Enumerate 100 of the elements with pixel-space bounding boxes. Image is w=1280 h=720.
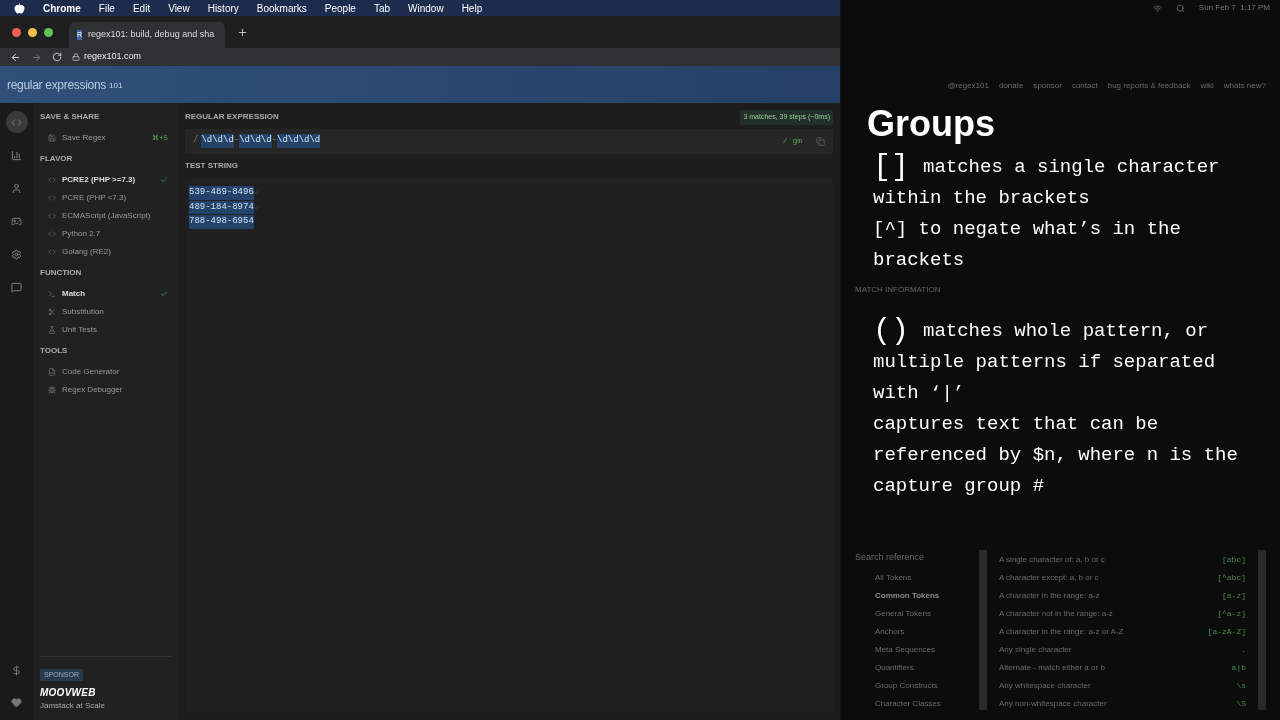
dollar-icon[interactable] (11, 665, 22, 676)
menu-item[interactable]: Edit (132, 0, 151, 16)
sidebar-item[interactable]: Unit Tests (40, 321, 172, 339)
wifi-icon[interactable] (1152, 3, 1162, 13)
section-heading: TOOLS (40, 345, 69, 357)
section-heading: SAVE & SHARE (40, 111, 101, 123)
reference-description: Alternate - match either a or b (999, 662, 1105, 674)
reference-token: [abc] (1222, 554, 1246, 566)
sidebar-item[interactable]: ECMAScript (JavaScript) (40, 207, 172, 225)
reference-token: [a-zA-Z] (1207, 626, 1246, 638)
menu-item[interactable]: Tab (373, 0, 391, 16)
reference-description: A character except: a, b or c (999, 572, 1099, 584)
terminal-icon (48, 290, 56, 298)
reference-token: [^abc] (1217, 572, 1246, 584)
header-link[interactable]: bug reports & feedback (1107, 80, 1191, 92)
code-icon (48, 248, 56, 256)
file-code-icon (48, 368, 56, 376)
apple-icon[interactable] (14, 2, 25, 14)
reference-token: a|b (1231, 662, 1246, 674)
regex-token: - (271, 134, 278, 148)
forward-icon[interactable] (31, 51, 42, 63)
sidebar-item[interactable]: Golang (RE2) (40, 243, 172, 261)
reference-description: A single character of: a, b or c (999, 554, 1105, 566)
reference-category[interactable]: Quantifiers (855, 662, 967, 674)
back-icon[interactable] (10, 51, 21, 63)
reference-description: A character not in the range: a-z (999, 608, 1113, 620)
header-link[interactable]: sponsor (1033, 80, 1062, 92)
reference-category[interactable]: Character Classes (855, 698, 967, 710)
menu-item[interactable]: File (98, 0, 115, 16)
explanation-text: [^] to negate what’s in the brackets (873, 217, 1182, 273)
section-heading: REGULAR EXPRESSION (185, 111, 279, 124)
save-icon (48, 134, 56, 142)
menu-item[interactable]: Help (461, 0, 483, 16)
reference-category[interactable]: All Tokens (855, 572, 967, 584)
reference-category[interactable]: General Tokens (855, 608, 967, 620)
sponsor-tagline: Jamstack at Scale (40, 700, 106, 712)
sidebar-item[interactable]: Regex Debugger (40, 381, 172, 399)
code-icon[interactable] (5, 111, 28, 133)
url-text[interactable]: regex101.com (84, 50, 142, 64)
heart-icon[interactable] (11, 697, 22, 708)
sidebar-item[interactable]: Substitution (40, 303, 172, 321)
window-minimize-icon[interactable] (28, 27, 37, 37)
reference-description: A character in the range: a-z or A-Z (999, 626, 1124, 638)
code-icon (48, 230, 56, 238)
sidebar-item[interactable]: PCRE2 (PHP >=7.3) (40, 171, 172, 189)
new-tab-icon[interactable] (237, 26, 248, 38)
regex-token: - (233, 134, 240, 148)
reference-description: Any single character (999, 644, 1072, 656)
scissors-icon (48, 308, 56, 316)
delimiter-text: / (193, 134, 199, 148)
header-link[interactable]: contact (1071, 80, 1098, 92)
reference-category[interactable]: Meta Sequences (855, 644, 967, 656)
reference-description: Any non-whitespace character (999, 698, 1107, 710)
regex-token: \d\d\d (239, 134, 272, 148)
tab-title: regex101: build, debug and sha (88, 28, 215, 42)
sidebar-item[interactable]: Match (40, 285, 172, 303)
reference-token: [^a-z] (1217, 608, 1246, 620)
sponsor-logo[interactable]: MOOVWEB (40, 685, 172, 700)
section-heading: MATCH INFORMATION (855, 284, 942, 296)
site-logo-suffix: 101 (109, 80, 123, 92)
reference-description: A character in the range: a-z (999, 590, 1100, 602)
reference-category[interactable]: Group Constructs (855, 680, 967, 692)
header-link[interactable]: @regex101 (947, 80, 989, 92)
menu-item[interactable]: People (324, 0, 356, 16)
header-link[interactable]: wiki (1200, 80, 1214, 92)
section-heading: FUNCTION (40, 267, 83, 279)
reference-token: \S (1236, 698, 1246, 710)
sidebar-item[interactable]: Code Generator (40, 363, 172, 381)
overlay-title: Groups (867, 102, 996, 146)
check-icon (160, 290, 168, 298)
regex-flags[interactable]: / gm (782, 135, 802, 147)
regex-token: \d\d\d\d (277, 134, 321, 148)
reference-token: \s (1236, 680, 1246, 692)
menu-app-name[interactable]: Chrome (43, 0, 81, 16)
header-link[interactable]: donate (998, 80, 1024, 92)
reference-token: . (1241, 644, 1246, 656)
search-reference-field[interactable]: Search reference (855, 550, 967, 566)
lock-icon (72, 53, 80, 61)
code-icon (48, 194, 56, 202)
menu-item[interactable]: View (168, 0, 190, 16)
explanation-text: captures text that can be referenced by $n, where n is the capture group # (873, 412, 1239, 499)
sidebar-item[interactable]: Python 2.7 (40, 225, 172, 243)
reload-icon[interactable] (52, 52, 62, 62)
window-zoom-icon[interactable] (44, 27, 53, 37)
bug-icon (48, 386, 56, 394)
window-close-icon[interactable] (12, 27, 21, 37)
reference-category[interactable]: Common Tokens (855, 590, 967, 602)
menu-item[interactable]: History (207, 0, 239, 16)
site-logo[interactable]: regular expressions (7, 75, 107, 94)
menu-item[interactable]: Window (408, 0, 444, 16)
flask-icon (48, 326, 56, 334)
regex-token: \d\d\d (201, 134, 234, 148)
menu-item[interactable]: Bookmarks (256, 0, 307, 16)
reference-description: Any whitespace character (999, 680, 1091, 692)
section-heading: FLAVOR (40, 153, 74, 165)
regex-input[interactable]: / \d\d\d-\d\d\d-\d\d\d\d / gm (185, 128, 833, 154)
search-icon[interactable] (1175, 3, 1185, 13)
reference-category[interactable]: Anchors (855, 626, 967, 638)
sidebar-item[interactable]: PCRE (PHP <7.3) (40, 189, 172, 207)
header-link[interactable]: whats new? (1223, 80, 1266, 92)
